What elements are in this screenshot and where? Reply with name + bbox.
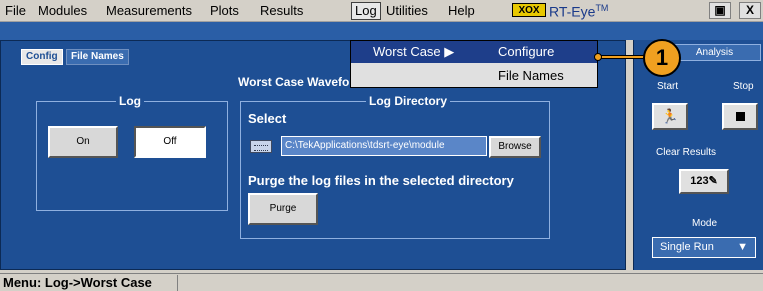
- log-directory-path-field[interactable]: C:\TekApplications\tdsrt-eye\module: [281, 136, 487, 156]
- close-window-button[interactable]: X: [739, 2, 761, 19]
- menu-help[interactable]: Help: [448, 3, 475, 19]
- logo-icon: XOX: [512, 3, 546, 17]
- folder-icon[interactable]: [250, 140, 272, 153]
- stop-label: Stop: [733, 81, 754, 92]
- tab-file-names[interactable]: File Names: [66, 49, 129, 65]
- callout-dot: [594, 53, 602, 61]
- start-button[interactable]: 🏃: [652, 103, 688, 130]
- toolbar-band: [0, 22, 763, 40]
- menu-item-configure[interactable]: Configure: [468, 41, 597, 63]
- menu-results[interactable]: Results: [260, 3, 303, 19]
- log-directory-label: Log Directory: [366, 94, 451, 108]
- chevron-down-icon: ▼: [737, 241, 748, 253]
- mode-label: Mode: [692, 218, 718, 229]
- menu-measurements[interactable]: Measurements: [106, 3, 192, 19]
- menu-plots[interactable]: Plots: [210, 3, 239, 19]
- browse-button[interactable]: Browse: [489, 136, 541, 158]
- menu-log[interactable]: Log: [351, 2, 381, 20]
- restore-window-button[interactable]: ▣: [709, 2, 731, 19]
- clear-results-label: Clear Results: [656, 147, 717, 158]
- callout-line: [598, 55, 645, 59]
- menu-utilities[interactable]: Utilities: [386, 3, 428, 19]
- tab-config[interactable]: Config: [21, 49, 63, 65]
- menu-item-worst-case[interactable]: Worst Case ▶: [351, 41, 468, 63]
- menu-file[interactable]: File: [5, 3, 26, 19]
- arrow-right-icon: ▶: [444, 44, 455, 59]
- purge-button[interactable]: Purge: [248, 193, 318, 225]
- running-figure-icon: 🏃: [661, 108, 679, 124]
- app-title: RT-EyeTM: [549, 3, 609, 20]
- log-group-label: Log: [116, 94, 144, 108]
- stop-button[interactable]: [722, 103, 758, 130]
- log-on-button[interactable]: On: [48, 126, 118, 158]
- eraser-icon: 123✎: [690, 175, 718, 187]
- start-label: Start: [657, 81, 679, 92]
- tab-analysis[interactable]: Analysis: [668, 44, 761, 61]
- menu-modules[interactable]: Modules: [38, 3, 87, 19]
- status-text: Menu: Log->Worst Case: [0, 275, 178, 291]
- mode-value: Single Run: [660, 241, 714, 253]
- mode-select[interactable]: Single Run ▼: [652, 237, 756, 258]
- clear-results-button[interactable]: 123✎: [679, 169, 729, 194]
- menu-item-file-names[interactable]: File Names: [468, 65, 597, 87]
- select-label: Select: [248, 111, 287, 126]
- callout-badge: 1: [643, 39, 681, 77]
- purge-description: Purge the log files in the selected dire…: [248, 173, 514, 188]
- log-off-button[interactable]: Off: [134, 126, 206, 158]
- stop-square-icon: [735, 112, 745, 121]
